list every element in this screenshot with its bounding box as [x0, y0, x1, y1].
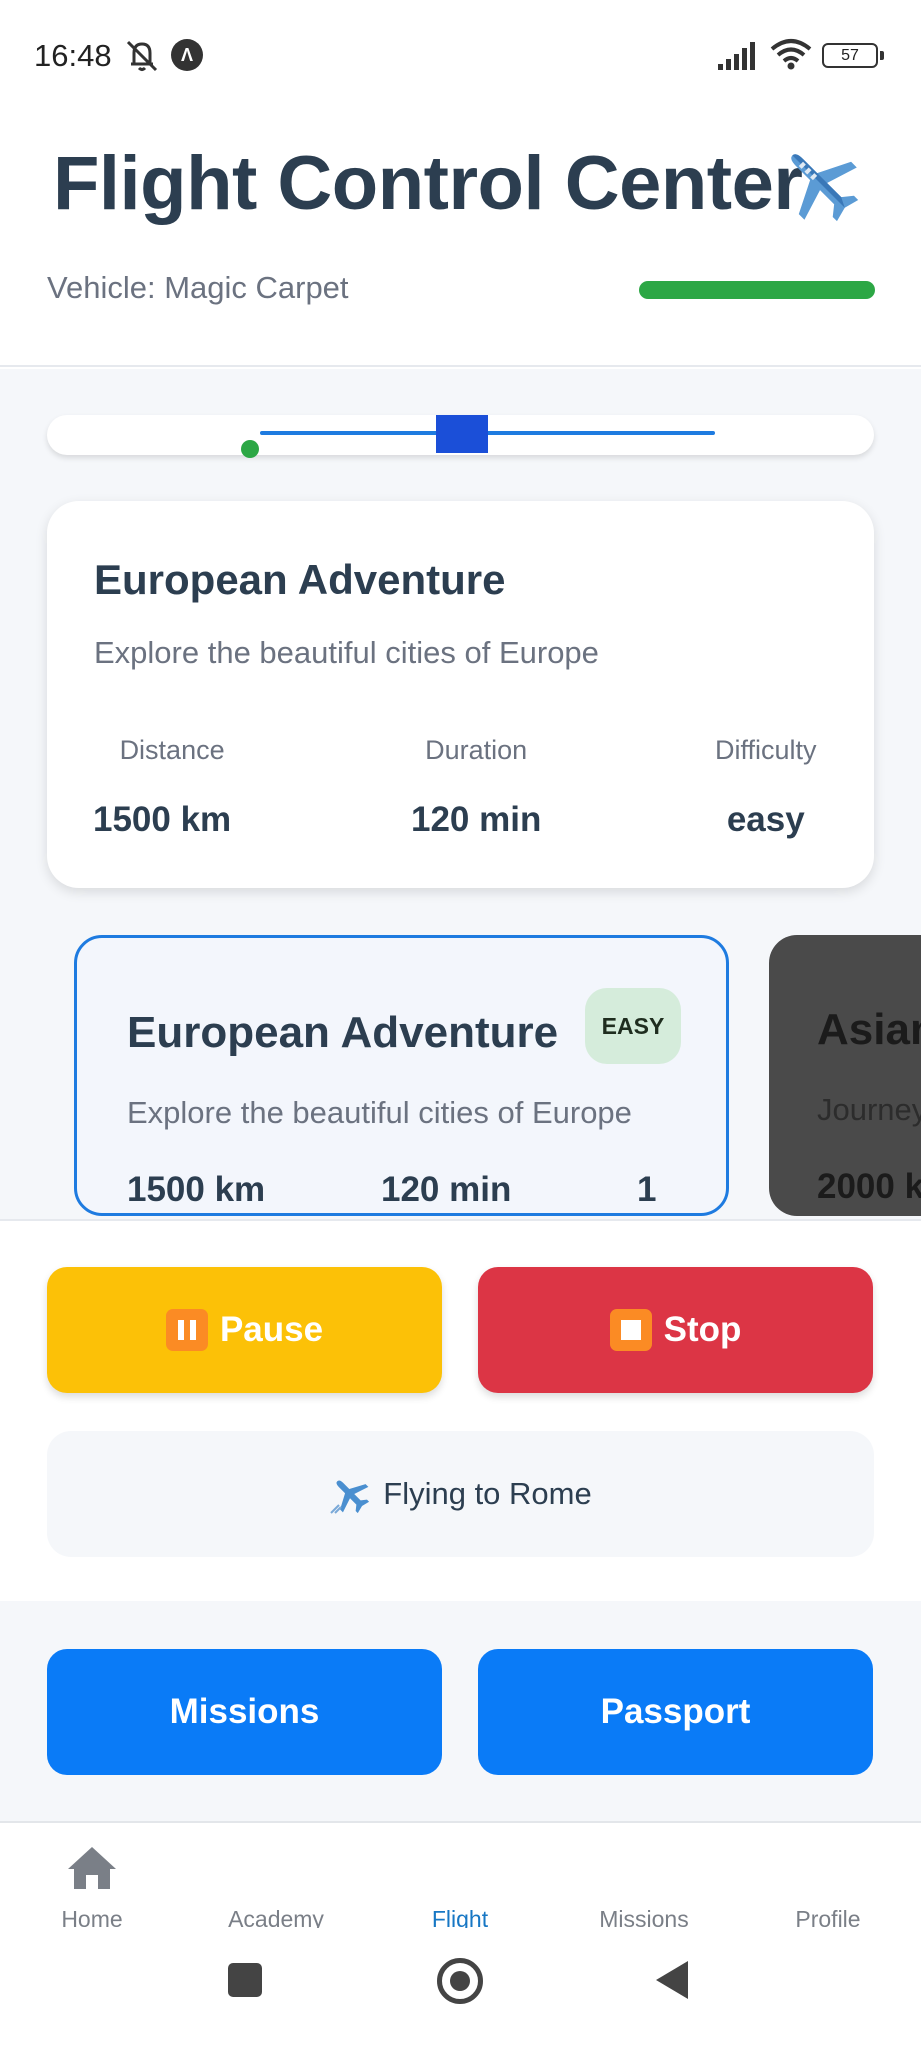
recent-apps-icon[interactable]	[228, 1963, 262, 1997]
navigation-buttons: Missions Passport	[0, 1601, 921, 1821]
vehicle-label: Vehicle: Magic Carpet	[47, 270, 349, 305]
stop-icon	[609, 1309, 652, 1351]
battery-level: 57	[841, 46, 859, 64]
difficulty-badge: EASY	[585, 988, 681, 1064]
tab-missions[interactable]: Missions	[552, 1823, 736, 1932]
current-mission-card: European Adventure Explore the beautiful…	[47, 501, 874, 888]
stat-difficulty: Difficulty easy	[715, 735, 817, 840]
flight-status-box: Flying to Rome	[47, 1431, 874, 1557]
stat-value: 120 min	[411, 800, 542, 839]
airplane-icon	[791, 154, 859, 222]
passport-button[interactable]: Passport	[478, 1649, 873, 1775]
signal-icon	[718, 42, 755, 70]
pause-icon	[165, 1309, 208, 1351]
status-bar: 16:48 Λ 57	[0, 0, 921, 110]
mission-card-distance: 1500 km	[127, 1170, 266, 1209]
pause-label: Pause	[219, 1310, 324, 1349]
home-icon	[68, 1847, 116, 1889]
flight-status-text: Flying to Rome	[383, 1476, 592, 1511]
back-icon[interactable]	[656, 1961, 688, 1999]
mission-card-distance: 2000 k	[817, 1167, 921, 1206]
mission-card-next[interactable]: Asian Journey 2000 k	[769, 935, 921, 1216]
stat-distance: Distance 1500 km	[93, 735, 231, 840]
battery-icon: 57	[822, 43, 884, 68]
main-content: European Adventure Explore the beautiful…	[0, 369, 921, 1219]
route-progress-track	[47, 415, 874, 458]
status-time: 16:48	[34, 38, 112, 73]
app-notification-icon: Λ	[171, 39, 203, 71]
notifications-muted-icon	[126, 40, 158, 72]
tab-profile[interactable]: Profile	[736, 1823, 920, 1932]
mission-card-count: 1	[637, 1170, 657, 1209]
tab-home[interactable]: Home	[0, 1823, 184, 1932]
route-start-dot	[241, 440, 259, 458]
stop-label: Stop	[663, 1310, 742, 1349]
mission-card-duration: 120 min	[381, 1170, 512, 1209]
stat-value: easy	[726, 800, 805, 839]
missions-button[interactable]: Missions	[47, 1649, 442, 1775]
stat-label: Duration	[425, 735, 528, 765]
page-title: Flight Control Center	[53, 141, 803, 226]
stat-label: Distance	[119, 735, 225, 765]
current-mission-title: European Adventure	[94, 556, 506, 603]
pause-button[interactable]: Pause	[47, 1267, 442, 1393]
system-home-icon[interactable]	[437, 1958, 483, 2004]
mission-card-title: Asian	[817, 1005, 921, 1054]
header: Flight Control Center Vehicle: Magic Car…	[0, 110, 921, 367]
stat-value: 1500 km	[93, 800, 232, 839]
route-position-marker[interactable]	[436, 415, 488, 453]
tab-academy[interactable]: Academy	[184, 1823, 368, 1932]
flying-plane-icon	[330, 1480, 370, 1514]
mission-card-title: European Adventure	[127, 1008, 559, 1057]
mission-card-selected[interactable]: European Adventure EASY Explore the beau…	[74, 935, 729, 1216]
mission-card-description: Explore the beautiful cities of Europe	[127, 1095, 632, 1130]
mission-carousel[interactable]: European Adventure EASY Explore the beau…	[0, 935, 921, 1219]
system-navigation-bar	[0, 1928, 921, 2048]
stat-duration: Duration 120 min	[411, 735, 541, 840]
bottom-tab-bar: Home Academy Flight Missions Profile	[0, 1821, 921, 1932]
mission-card-description: Journey	[817, 1092, 921, 1127]
current-mission-description: Explore the beautiful cities of Europe	[94, 635, 599, 670]
stop-button[interactable]: Stop	[478, 1267, 873, 1393]
vehicle-status-bar	[639, 281, 875, 299]
tab-flight[interactable]: Flight	[368, 1823, 552, 1932]
flight-controls: Pause Stop Flying to Rome	[0, 1219, 921, 1601]
stat-label: Difficulty	[715, 735, 817, 765]
wifi-icon	[770, 39, 812, 70]
